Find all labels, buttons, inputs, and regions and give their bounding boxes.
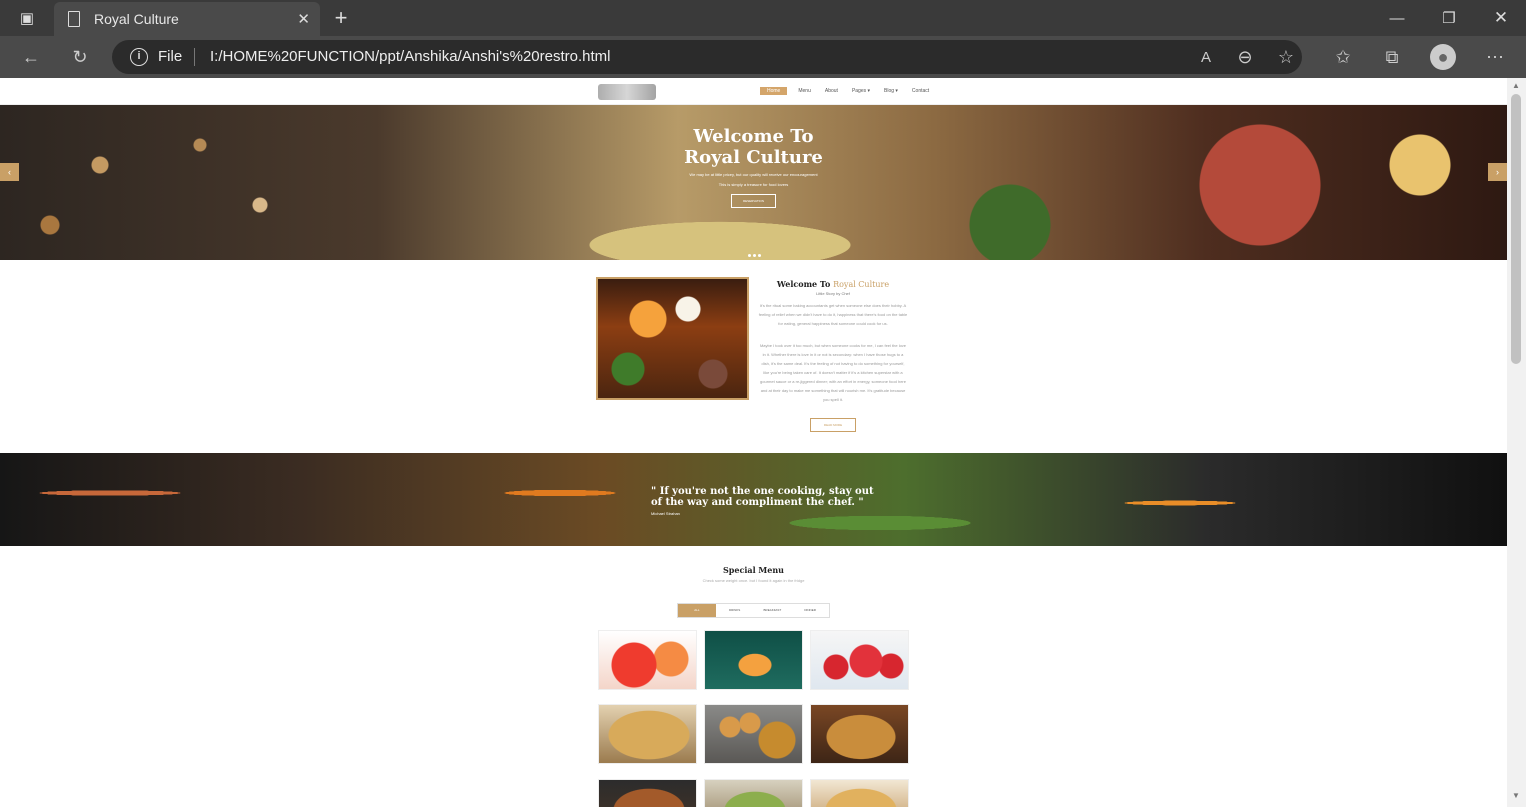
quote-line-1: " If you're not the one cooking, stay ou… bbox=[651, 486, 874, 497]
nav-contact[interactable]: Contact bbox=[909, 87, 932, 95]
reservation-button[interactable]: RESERVATION bbox=[731, 194, 776, 208]
menu-item-image[interactable] bbox=[598, 630, 697, 690]
site-navbar: Home Menu About Pages ▾ Blog ▾ Contact bbox=[0, 78, 1507, 105]
menu-item-image[interactable] bbox=[810, 630, 909, 690]
menu-item-image[interactable] bbox=[810, 704, 909, 764]
site-logo[interactable] bbox=[598, 84, 656, 100]
about-paragraph-1: It's the ritual some baking accountants … bbox=[758, 303, 908, 326]
carousel-dots[interactable] bbox=[748, 254, 761, 257]
tab-all[interactable]: ALL bbox=[678, 604, 716, 617]
address-url[interactable]: I:/HOME%20FUNCTION/ppt/Anshika/Anshi's%2… bbox=[210, 48, 611, 65]
hero-title-line2: Royal Culture bbox=[684, 147, 823, 168]
menu-item-image[interactable] bbox=[598, 779, 697, 807]
nav-pages[interactable]: Pages ▾ bbox=[849, 87, 873, 95]
chef-image bbox=[596, 277, 749, 400]
quote-text: " If you're not the one cooking, stay ou… bbox=[651, 486, 874, 508]
document-icon bbox=[68, 11, 80, 27]
vertical-scrollbar[interactable]: ▲ ▼ bbox=[1507, 78, 1526, 807]
menu-item-image[interactable] bbox=[704, 630, 803, 690]
zoom-out-icon[interactable]: ⊖ bbox=[1232, 44, 1258, 70]
close-window-icon[interactable]: ✕ bbox=[1478, 0, 1524, 36]
site-menu: Home Menu About Pages ▾ Blog ▾ Contact bbox=[760, 87, 932, 95]
about-paragraph-2: Maybe I took over it too much, but when … bbox=[759, 343, 907, 402]
read-more-button[interactable]: READ MORE bbox=[810, 418, 856, 432]
address-bar[interactable]: i File I:/HOME%20FUNCTION/ppt/Anshika/An… bbox=[112, 40, 1302, 74]
refresh-icon[interactable]: ↻ bbox=[67, 44, 93, 70]
menu-item-image[interactable] bbox=[704, 779, 803, 807]
nav-blog[interactable]: Blog ▾ bbox=[881, 87, 901, 95]
about-title-gold: Royal Culture bbox=[833, 280, 890, 289]
hero-carousel: Welcome To Royal Culture We may be at li… bbox=[0, 105, 1507, 260]
profile-icon[interactable]: ● bbox=[1430, 44, 1456, 70]
menu-item-image[interactable] bbox=[810, 779, 909, 807]
info-icon[interactable]: i bbox=[130, 48, 148, 66]
special-menu-title: Special Menu bbox=[723, 565, 784, 575]
read-aloud-icon[interactable]: A bbox=[1193, 44, 1219, 70]
about-title: Welcome To Royal Culture bbox=[760, 279, 906, 289]
quote-line-2: of the way and compliment the chef. " bbox=[651, 497, 864, 508]
hero-title-line1: Welcome To bbox=[693, 126, 814, 147]
menu-filter-tabs: ALL DRINKS BREAKFAST DINNER bbox=[677, 603, 830, 618]
scrollbar-thumb[interactable] bbox=[1511, 94, 1521, 364]
browser-toolbar: ← ↻ i File I:/HOME%20FUNCTION/ppt/Anshik… bbox=[0, 36, 1526, 78]
minimize-icon[interactable]: — bbox=[1374, 0, 1420, 36]
tab-drinks[interactable]: DRINKS bbox=[716, 604, 754, 617]
sidebar-toggle-icon[interactable]: ▣ bbox=[4, 0, 50, 36]
scroll-up-icon[interactable]: ▲ bbox=[1511, 81, 1521, 91]
tab-breakfast[interactable]: BREAKFAST bbox=[754, 604, 792, 617]
about-title-main: Welcome To bbox=[776, 279, 834, 289]
nav-menu[interactable]: Menu bbox=[795, 87, 814, 95]
hero-subtitle2: This is simply a treasure for food lover… bbox=[718, 182, 789, 187]
quote-author: Michael Strahan bbox=[651, 511, 680, 516]
menu-item-image[interactable] bbox=[704, 704, 803, 764]
tab-title: Royal Culture bbox=[94, 11, 179, 27]
file-label: File bbox=[158, 48, 183, 65]
browser-tab[interactable]: Royal Culture ✕ bbox=[54, 2, 320, 36]
carousel-next-icon[interactable]: › bbox=[1488, 163, 1507, 181]
back-icon[interactable]: ← bbox=[18, 44, 44, 70]
more-icon[interactable]: ⋯ bbox=[1482, 44, 1508, 70]
collections-icon[interactable]: ⧉ bbox=[1379, 44, 1405, 70]
tab-dinner[interactable]: DINNER bbox=[791, 604, 829, 617]
page-viewport: Home Menu About Pages ▾ Blog ▾ Contact W… bbox=[0, 78, 1507, 807]
special-menu-subtitle: Check some weight once. but I found it a… bbox=[702, 578, 805, 583]
favorites-icon[interactable]: ✩ bbox=[1330, 44, 1356, 70]
restore-icon[interactable]: ❐ bbox=[1426, 0, 1472, 36]
favorite-add-icon[interactable]: ☆ bbox=[1273, 44, 1299, 70]
nav-about[interactable]: About bbox=[822, 87, 841, 95]
scroll-down-icon[interactable]: ▼ bbox=[1511, 791, 1521, 801]
hero-subtitle1: We may be at little pricey, but our qual… bbox=[689, 172, 818, 177]
about-subtitle: Little Story by Chef bbox=[816, 291, 850, 296]
carousel-prev-icon[interactable]: ‹ bbox=[0, 163, 19, 181]
browser-tab-bar: ▣ Royal Culture ✕ + — ❐ ✕ bbox=[0, 0, 1526, 36]
nav-home[interactable]: Home bbox=[760, 87, 788, 95]
address-separator bbox=[194, 48, 195, 66]
new-tab-button[interactable]: + bbox=[318, 0, 364, 36]
menu-item-image[interactable] bbox=[598, 704, 697, 764]
close-tab-icon[interactable]: ✕ bbox=[297, 10, 310, 28]
